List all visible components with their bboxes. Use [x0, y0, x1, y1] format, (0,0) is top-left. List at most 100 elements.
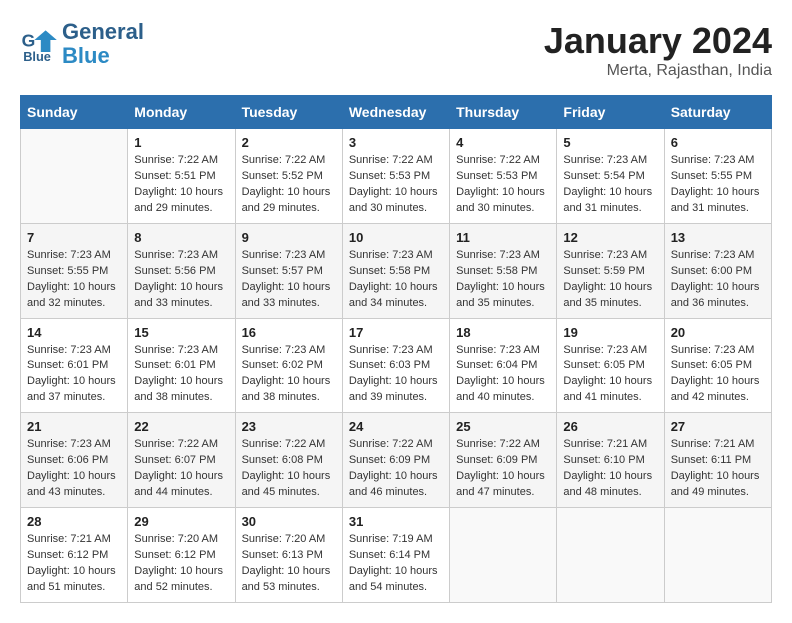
day-number: 26: [563, 419, 657, 434]
day-info: Sunrise: 7:22 AM Sunset: 5:53 PM Dayligh…: [349, 153, 443, 217]
calendar-cell: 12 Sunrise: 7:23 AM Sunset: 5:59 PM Dayli…: [557, 223, 664, 318]
calendar-cell: 17 Sunrise: 7:23 AM Sunset: 6:03 PM Dayli…: [342, 318, 449, 413]
day-number: 2: [242, 135, 336, 150]
day-info: Sunrise: 7:23 AM Sunset: 6:02 PM Dayligh…: [242, 343, 336, 407]
day-number: 3: [349, 135, 443, 150]
day-number: 11: [456, 230, 550, 245]
day-info: Sunrise: 7:22 AM Sunset: 5:52 PM Dayligh…: [242, 153, 336, 217]
day-info: Sunrise: 7:23 AM Sunset: 6:01 PM Dayligh…: [27, 343, 121, 407]
day-number: 9: [242, 230, 336, 245]
calendar-cell: 14 Sunrise: 7:23 AM Sunset: 6:01 PM Dayli…: [21, 318, 128, 413]
day-info: Sunrise: 7:23 AM Sunset: 6:04 PM Dayligh…: [456, 343, 550, 407]
day-number: 18: [456, 325, 550, 340]
day-info: Sunrise: 7:23 AM Sunset: 6:03 PM Dayligh…: [349, 343, 443, 407]
day-number: 14: [27, 325, 121, 340]
calendar-body: 1 Sunrise: 7:22 AM Sunset: 5:51 PM Daylig…: [21, 129, 772, 603]
logo: G Blue General Blue: [20, 20, 144, 68]
day-number: 24: [349, 419, 443, 434]
calendar-cell: 10 Sunrise: 7:23 AM Sunset: 5:58 PM Dayli…: [342, 223, 449, 318]
calendar-cell: 6 Sunrise: 7:23 AM Sunset: 5:55 PM Daylig…: [664, 129, 771, 224]
day-info: Sunrise: 7:23 AM Sunset: 5:59 PM Dayligh…: [563, 248, 657, 312]
day-info: Sunrise: 7:20 AM Sunset: 6:13 PM Dayligh…: [242, 532, 336, 596]
logo-text-line1: General: [62, 20, 144, 44]
day-number: 25: [456, 419, 550, 434]
day-info: Sunrise: 7:23 AM Sunset: 5:57 PM Dayligh…: [242, 248, 336, 312]
day-info: Sunrise: 7:21 AM Sunset: 6:12 PM Dayligh…: [27, 532, 121, 596]
calendar-cell: 7 Sunrise: 7:23 AM Sunset: 5:55 PM Daylig…: [21, 223, 128, 318]
calendar-cell: 16 Sunrise: 7:23 AM Sunset: 6:02 PM Dayli…: [235, 318, 342, 413]
calendar-cell: 28Sunrise: 7:21 AM Sunset: 6:12 PM Dayli…: [21, 508, 128, 603]
day-number: 29: [134, 514, 228, 529]
day-number: 16: [242, 325, 336, 340]
day-info: Sunrise: 7:23 AM Sunset: 5:58 PM Dayligh…: [349, 248, 443, 312]
calendar-cell: 29Sunrise: 7:20 AM Sunset: 6:12 PM Dayli…: [128, 508, 235, 603]
day-number: 1: [134, 135, 228, 150]
week-row-1: 1 Sunrise: 7:22 AM Sunset: 5:51 PM Daylig…: [21, 129, 772, 224]
weekday-header-thursday: Thursday: [450, 96, 557, 129]
day-info: Sunrise: 7:23 AM Sunset: 6:06 PM Dayligh…: [27, 437, 121, 501]
day-number: 20: [671, 325, 765, 340]
day-info: Sunrise: 7:23 AM Sunset: 6:05 PM Dayligh…: [671, 343, 765, 407]
calendar-cell: 25 Sunrise: 7:22 AM Sunset: 6:09 PM Dayli…: [450, 413, 557, 508]
day-number: 30: [242, 514, 336, 529]
week-row-4: 21Sunrise: 7:23 AM Sunset: 6:06 PM Dayli…: [21, 413, 772, 508]
week-row-5: 28Sunrise: 7:21 AM Sunset: 6:12 PM Dayli…: [21, 508, 772, 603]
day-number: 22: [134, 419, 228, 434]
day-info: Sunrise: 7:23 AM Sunset: 6:00 PM Dayligh…: [671, 248, 765, 312]
day-number: 15: [134, 325, 228, 340]
calendar-cell: 21Sunrise: 7:23 AM Sunset: 6:06 PM Dayli…: [21, 413, 128, 508]
day-info: Sunrise: 7:22 AM Sunset: 5:51 PM Dayligh…: [134, 153, 228, 217]
day-info: Sunrise: 7:19 AM Sunset: 6:14 PM Dayligh…: [349, 532, 443, 596]
calendar-cell: 18 Sunrise: 7:23 AM Sunset: 6:04 PM Dayli…: [450, 318, 557, 413]
day-info: Sunrise: 7:22 AM Sunset: 6:08 PM Dayligh…: [242, 437, 336, 501]
calendar-cell: 13 Sunrise: 7:23 AM Sunset: 6:00 PM Dayli…: [664, 223, 771, 318]
calendar-cell: 11Sunrise: 7:23 AM Sunset: 5:58 PM Dayli…: [450, 223, 557, 318]
calendar-cell: 31 Sunrise: 7:19 AM Sunset: 6:14 PM Dayli…: [342, 508, 449, 603]
day-info: Sunrise: 7:21 AM Sunset: 6:10 PM Dayligh…: [563, 437, 657, 501]
calendar-cell: [664, 508, 771, 603]
calendar-table: SundayMondayTuesdayWednesdayThursdayFrid…: [20, 95, 772, 603]
calendar-cell: 20 Sunrise: 7:23 AM Sunset: 6:05 PM Dayli…: [664, 318, 771, 413]
day-info: Sunrise: 7:22 AM Sunset: 6:09 PM Dayligh…: [456, 437, 550, 501]
weekday-row: SundayMondayTuesdayWednesdayThursdayFrid…: [21, 96, 772, 129]
weekday-header-wednesday: Wednesday: [342, 96, 449, 129]
day-number: 8: [134, 230, 228, 245]
day-number: 12: [563, 230, 657, 245]
day-info: Sunrise: 7:23 AM Sunset: 6:01 PM Dayligh…: [134, 343, 228, 407]
weekday-header-saturday: Saturday: [664, 96, 771, 129]
calendar-cell: 15 Sunrise: 7:23 AM Sunset: 6:01 PM Dayli…: [128, 318, 235, 413]
calendar-cell: 23Sunrise: 7:22 AM Sunset: 6:08 PM Dayli…: [235, 413, 342, 508]
calendar-cell: [21, 129, 128, 224]
calendar-cell: 24 Sunrise: 7:22 AM Sunset: 6:09 PM Dayli…: [342, 413, 449, 508]
day-number: 17: [349, 325, 443, 340]
day-number: 6: [671, 135, 765, 150]
calendar-cell: [557, 508, 664, 603]
day-number: 27: [671, 419, 765, 434]
location: Merta, Rajasthan, India: [544, 62, 772, 80]
day-number: 31: [349, 514, 443, 529]
title-block: January 2024 Merta, Rajasthan, India: [544, 20, 772, 80]
calendar-cell: 8 Sunrise: 7:23 AM Sunset: 5:56 PM Daylig…: [128, 223, 235, 318]
calendar-cell: 4Sunrise: 7:22 AM Sunset: 5:53 PM Daylig…: [450, 129, 557, 224]
day-info: Sunrise: 7:23 AM Sunset: 5:55 PM Dayligh…: [671, 153, 765, 217]
day-info: Sunrise: 7:23 AM Sunset: 5:55 PM Dayligh…: [27, 248, 121, 312]
day-number: 19: [563, 325, 657, 340]
calendar-cell: 26 Sunrise: 7:21 AM Sunset: 6:10 PM Dayli…: [557, 413, 664, 508]
logo-text-line2: Blue: [62, 44, 144, 68]
logo-icon: G Blue: [20, 24, 60, 64]
calendar-cell: 9 Sunrise: 7:23 AM Sunset: 5:57 PM Daylig…: [235, 223, 342, 318]
day-number: 5: [563, 135, 657, 150]
weekday-header-tuesday: Tuesday: [235, 96, 342, 129]
day-info: Sunrise: 7:23 AM Sunset: 5:56 PM Dayligh…: [134, 248, 228, 312]
calendar-cell: [450, 508, 557, 603]
calendar-cell: 1 Sunrise: 7:22 AM Sunset: 5:51 PM Daylig…: [128, 129, 235, 224]
day-number: 13: [671, 230, 765, 245]
weekday-header-sunday: Sunday: [21, 96, 128, 129]
day-number: 10: [349, 230, 443, 245]
svg-text:Blue: Blue: [23, 49, 51, 64]
day-number: 7: [27, 230, 121, 245]
day-info: Sunrise: 7:23 AM Sunset: 6:05 PM Dayligh…: [563, 343, 657, 407]
day-number: 4: [456, 135, 550, 150]
calendar-cell: 30 Sunrise: 7:20 AM Sunset: 6:13 PM Dayli…: [235, 508, 342, 603]
day-info: Sunrise: 7:22 AM Sunset: 6:09 PM Dayligh…: [349, 437, 443, 501]
